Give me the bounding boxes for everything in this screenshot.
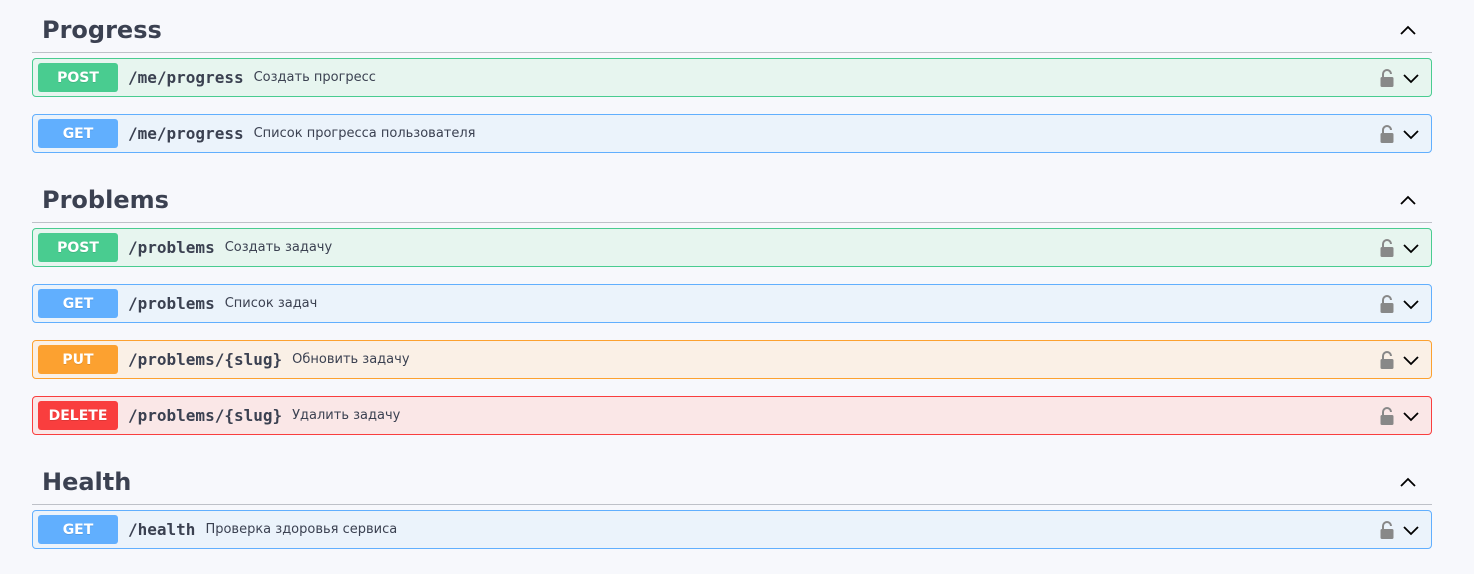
operation-path: /problems/{slug}	[128, 350, 283, 369]
chevron-up-icon[interactable]	[1384, 180, 1432, 220]
operation-get-health[interactable]: GET /health Проверка здоровья сервиса	[32, 510, 1432, 549]
method-badge: POST	[38, 233, 118, 262]
tag-header-progress[interactable]: Progress	[32, 0, 1432, 53]
tag-title: Progress	[42, 16, 162, 44]
operation-summary: Удалить задачу	[292, 408, 401, 423]
method-badge: GET	[38, 119, 118, 148]
method-badge: GET	[38, 515, 118, 544]
lock-icon[interactable]	[1377, 348, 1397, 372]
lock-icon[interactable]	[1377, 66, 1397, 90]
lock-icon[interactable]	[1377, 236, 1397, 260]
operation-path: /health	[128, 520, 196, 539]
method-badge: DELETE	[38, 401, 118, 430]
method-badge: POST	[38, 63, 118, 92]
method-badge: PUT	[38, 345, 118, 374]
chevron-down-icon[interactable]	[1399, 66, 1423, 90]
chevron-down-icon[interactable]	[1399, 518, 1423, 542]
operation-path: /problems/{slug}	[128, 406, 283, 425]
operation-put-problems-slug[interactable]: PUT /problems/{slug} Обновить задачу	[32, 340, 1432, 379]
section-progress: Progress POST /me/progress Создать прогр…	[32, 0, 1432, 153]
operation-post-problems[interactable]: POST /problems Создать задачу	[32, 228, 1432, 267]
operation-path: /me/progress	[128, 124, 244, 143]
chevron-down-icon[interactable]	[1399, 236, 1423, 260]
operation-summary: Список прогресса пользователя	[253, 126, 476, 141]
chevron-down-icon[interactable]	[1399, 292, 1423, 316]
chevron-down-icon[interactable]	[1399, 404, 1423, 428]
lock-icon[interactable]	[1377, 518, 1397, 542]
lock-icon[interactable]	[1377, 292, 1397, 316]
api-operations-list: Progress POST /me/progress Создать прогр…	[32, 0, 1432, 549]
tag-title: Health	[42, 468, 132, 496]
chevron-down-icon[interactable]	[1399, 348, 1423, 372]
method-badge: GET	[38, 289, 118, 318]
lock-icon[interactable]	[1377, 404, 1397, 428]
operation-delete-problems-slug[interactable]: DELETE /problems/{slug} Удалить задачу	[32, 396, 1432, 435]
tag-title: Problems	[42, 186, 169, 214]
operation-summary: Создать задачу	[224, 240, 333, 255]
operation-get-problems[interactable]: GET /problems Список задач	[32, 284, 1432, 323]
operation-post-me-progress[interactable]: POST /me/progress Создать прогресс	[32, 58, 1432, 97]
section-problems: Problems POST /problems Создать задачу G…	[32, 170, 1432, 435]
operation-summary: Обновить задачу	[292, 352, 410, 367]
lock-icon[interactable]	[1377, 122, 1397, 146]
chevron-up-icon[interactable]	[1384, 462, 1432, 502]
tag-header-health[interactable]: Health	[32, 452, 1432, 505]
chevron-up-icon[interactable]	[1384, 10, 1432, 50]
chevron-down-icon[interactable]	[1399, 122, 1423, 146]
operation-path: /problems	[128, 294, 215, 313]
section-health: Health GET /health Проверка здоровья сер…	[32, 452, 1432, 549]
tag-header-problems[interactable]: Problems	[32, 170, 1432, 223]
operation-get-me-progress[interactable]: GET /me/progress Список прогресса пользо…	[32, 114, 1432, 153]
operation-path: /me/progress	[128, 68, 244, 87]
operation-summary: Проверка здоровья сервиса	[205, 522, 398, 537]
operation-summary: Список задач	[224, 296, 318, 311]
operation-summary: Создать прогресс	[253, 70, 376, 85]
operation-path: /problems	[128, 238, 215, 257]
